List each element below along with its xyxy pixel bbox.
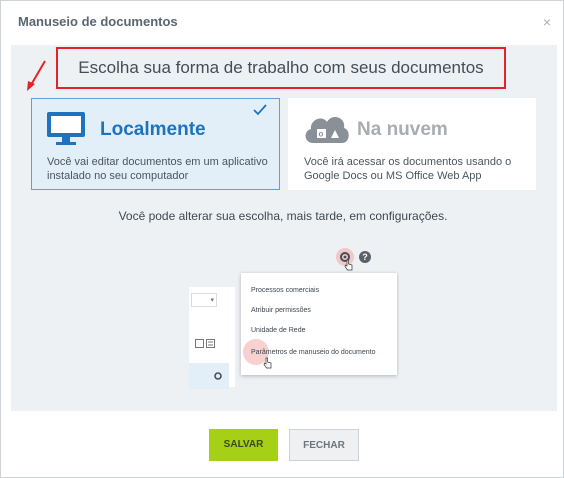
preview-settings-menu: Processos comerciais Atribuir permissões… — [241, 273, 397, 375]
menu-item-unidade: Unidade de Rede — [251, 327, 306, 334]
close-button[interactable]: FECHAR — [289, 429, 359, 461]
dialog-title: Manuseio de documentos — [18, 14, 178, 29]
option-local-description: Você vai editar documentos em um aplicat… — [47, 156, 268, 182]
option-cloud-description: Você irá acessar os documentos usando o … — [304, 156, 512, 182]
menu-item-permissoes: Atribuir permissões — [251, 307, 311, 314]
heading-text: Escolha sua forma de trabalho com seus d… — [78, 58, 484, 77]
settings-preview: ▾ Processos comerciais Atribuir permissõ… — [189, 241, 399, 391]
option-local[interactable]: Localmente Você vai editar documentos em… — [31, 98, 280, 190]
preview-selected-row — [189, 363, 229, 389]
menu-item-parametros: Parâmetros de manuseio do documento — [251, 349, 376, 356]
preview-side-panel: ▾ — [189, 287, 235, 389]
document-handling-dialog: Manuseio de documentos × Escolha sua for… — [0, 0, 564, 478]
heading-highlight-box: Escolha sua forma de trabalho com seus d… — [56, 47, 506, 89]
option-cloud[interactable]: o Na nuvem Você irá acessar os documento… — [288, 98, 536, 190]
annotation-arrow-icon — [27, 60, 46, 91]
gear-cursor-icon — [344, 259, 353, 271]
option-local-title: Localmente — [100, 119, 206, 140]
preview-dropdown: ▾ — [191, 293, 217, 307]
save-button[interactable]: SALVAR — [209, 429, 278, 461]
hand-cursor-icon — [263, 357, 272, 369]
row-gear-icon — [214, 372, 222, 380]
svg-text:o: o — [319, 130, 324, 139]
checkmark-icon — [253, 104, 267, 116]
monitor-icon — [47, 112, 85, 145]
preview-list-icon — [195, 339, 215, 348]
option-cloud-title: Na nuvem — [357, 119, 448, 140]
cloud-icon: o — [305, 117, 349, 143]
menu-item-processos: Processos comerciais — [251, 287, 320, 294]
change-later-hint: Você pode alterar sua escolha, mais tard… — [118, 209, 448, 223]
close-icon[interactable]: × — [543, 15, 551, 29]
